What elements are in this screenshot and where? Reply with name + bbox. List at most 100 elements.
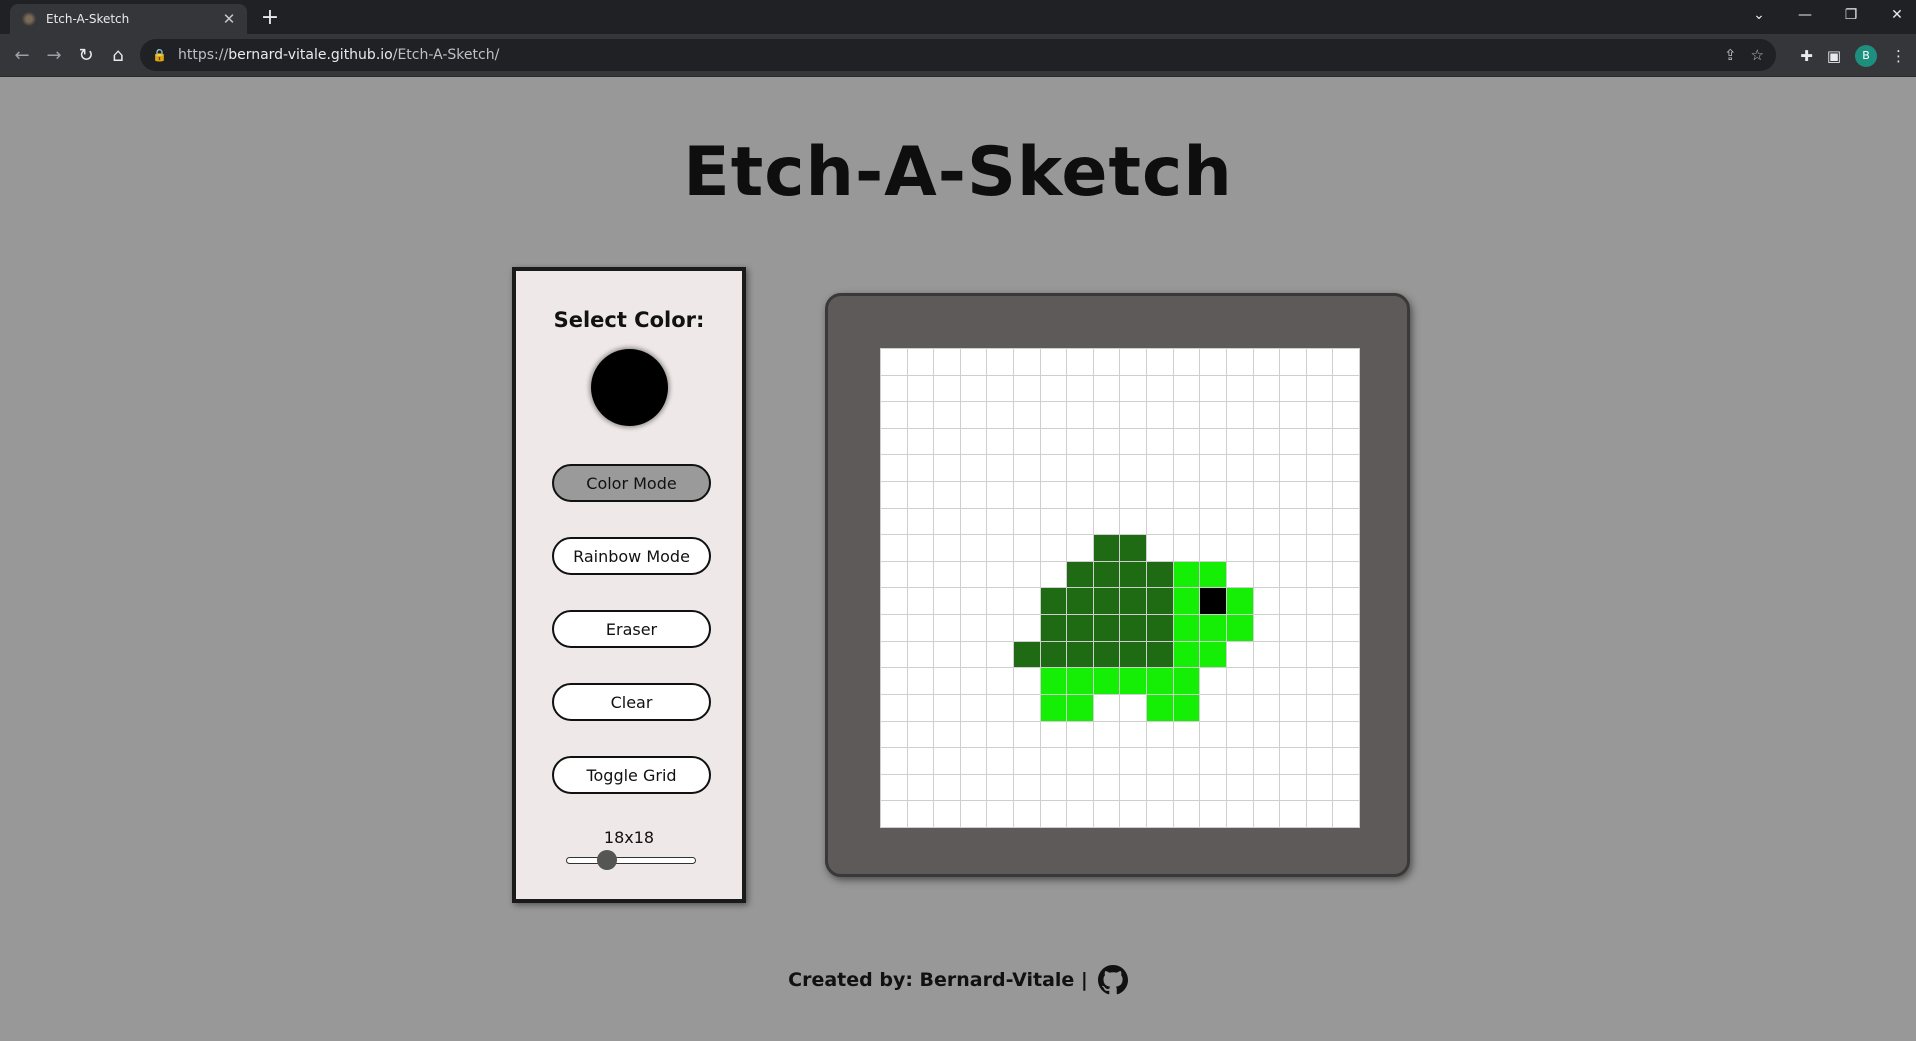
grid-cell[interactable] <box>1147 801 1174 828</box>
grid-cell[interactable] <box>1333 428 1360 456</box>
grid-cell[interactable] <box>1280 508 1307 536</box>
grid-cell[interactable] <box>1120 508 1148 536</box>
grid-cell[interactable] <box>1200 694 1227 722</box>
grid-cell[interactable] <box>1280 641 1307 669</box>
grid-cell[interactable] <box>907 482 935 509</box>
grid-cell[interactable] <box>881 748 908 775</box>
grid-cell[interactable] <box>907 668 935 695</box>
grid-cell[interactable] <box>1253 455 1281 483</box>
grid-cell[interactable] <box>960 482 988 509</box>
grid-cell[interactable] <box>1120 455 1148 483</box>
grid-cell[interactable] <box>1093 694 1121 722</box>
grid-cell[interactable] <box>907 748 935 775</box>
grid-cell[interactable] <box>1253 588 1281 616</box>
grid-cell[interactable] <box>881 508 908 536</box>
grid-cell[interactable] <box>1306 482 1334 509</box>
grid-cell[interactable] <box>1226 615 1254 642</box>
grid-cell[interactable] <box>1040 375 1068 403</box>
grid-cell[interactable] <box>907 694 935 722</box>
grid-cell[interactable] <box>934 641 961 669</box>
grid-cell[interactable] <box>1306 561 1334 589</box>
home-icon[interactable]: ⌂ <box>104 42 132 70</box>
grid-cell[interactable] <box>1200 588 1227 616</box>
grid-cell[interactable] <box>1253 615 1281 642</box>
grid-cell[interactable] <box>1120 668 1148 695</box>
grid-cell[interactable] <box>1014 402 1041 429</box>
grid-cell[interactable] <box>1093 508 1121 536</box>
grid-cell[interactable] <box>1040 588 1068 616</box>
clear-button[interactable]: Clear <box>552 683 711 721</box>
grid-cell[interactable] <box>1306 748 1334 775</box>
grid-cell[interactable] <box>1200 482 1227 509</box>
grid-cell[interactable] <box>1040 801 1068 828</box>
grid-cell[interactable] <box>881 694 908 722</box>
grid-cell[interactable] <box>987 774 1015 802</box>
grid-cell[interactable] <box>1333 801 1360 828</box>
grid-cell[interactable] <box>1280 774 1307 802</box>
grid-cell[interactable] <box>1014 535 1041 562</box>
grid-cell[interactable] <box>1280 694 1307 722</box>
grid-cell[interactable] <box>1226 668 1254 695</box>
grid-cell[interactable] <box>1093 641 1121 669</box>
grid-cell[interactable] <box>1014 455 1041 483</box>
grid-cell[interactable] <box>1040 721 1068 749</box>
grid-cell[interactable] <box>1147 375 1174 403</box>
rainbow-mode-button[interactable]: Rainbow Mode <box>552 537 711 575</box>
grid-cell[interactable] <box>907 561 935 589</box>
grid-cell[interactable] <box>1093 349 1121 376</box>
grid-cell[interactable] <box>1120 349 1148 376</box>
grid-cell[interactable] <box>960 428 988 456</box>
drawing-grid[interactable] <box>880 348 1360 828</box>
grid-cell[interactable] <box>1306 588 1334 616</box>
grid-cell[interactable] <box>1093 801 1121 828</box>
grid-cell[interactable] <box>987 748 1015 775</box>
grid-cell[interactable] <box>881 535 908 562</box>
grid-cell[interactable] <box>1173 748 1201 775</box>
grid-cell[interactable] <box>1120 641 1148 669</box>
grid-cell[interactable] <box>1093 748 1121 775</box>
grid-cell[interactable] <box>1147 615 1174 642</box>
grid-cell[interactable] <box>1226 455 1254 483</box>
grid-cell[interactable] <box>960 508 988 536</box>
grid-cell[interactable] <box>1200 774 1227 802</box>
grid-cell[interactable] <box>881 774 908 802</box>
grid-cell[interactable] <box>881 721 908 749</box>
grid-cell[interactable] <box>1093 668 1121 695</box>
grid-cell[interactable] <box>1067 455 1094 483</box>
reload-icon[interactable]: ↻ <box>72 42 100 70</box>
grid-cell[interactable] <box>987 721 1015 749</box>
grid-cell[interactable] <box>1067 641 1094 669</box>
grid-cell[interactable] <box>1173 774 1201 802</box>
side-panel-icon[interactable]: ▣ <box>1827 47 1841 65</box>
grid-cell[interactable] <box>1226 535 1254 562</box>
grid-cell[interactable] <box>1093 428 1121 456</box>
grid-cell[interactable] <box>934 455 961 483</box>
grid-cell[interactable] <box>1280 455 1307 483</box>
grid-cell[interactable] <box>987 402 1015 429</box>
address-bar[interactable]: 🔒 https://bernard-vitale.github.io/Etch-… <box>140 39 1776 71</box>
grid-cell[interactable] <box>1253 801 1281 828</box>
color-mode-button[interactable]: Color Mode <box>552 464 711 502</box>
grid-cell[interactable] <box>1147 402 1174 429</box>
grid-cell[interactable] <box>1067 428 1094 456</box>
grid-cell[interactable] <box>1014 668 1041 695</box>
grid-cell[interactable] <box>1067 748 1094 775</box>
grid-cell[interactable] <box>1333 349 1360 376</box>
grid-cell[interactable] <box>1200 668 1227 695</box>
grid-cell[interactable] <box>1253 508 1281 536</box>
eraser-button[interactable]: Eraser <box>552 610 711 648</box>
grid-cell[interactable] <box>1226 508 1254 536</box>
grid-cell[interactable] <box>1120 774 1148 802</box>
grid-cell[interactable] <box>934 428 961 456</box>
grid-cell[interactable] <box>1014 588 1041 616</box>
grid-cell[interactable] <box>1014 349 1041 376</box>
restore-icon[interactable]: ❐ <box>1828 0 1874 30</box>
grid-cell[interactable] <box>1333 774 1360 802</box>
grid-cell[interactable] <box>1253 375 1281 403</box>
grid-cell[interactable] <box>1333 455 1360 483</box>
grid-cell[interactable] <box>1226 349 1254 376</box>
grid-cell[interactable] <box>1226 428 1254 456</box>
grid-cell[interactable] <box>1120 561 1148 589</box>
grid-cell[interactable] <box>907 721 935 749</box>
grid-cell[interactable] <box>1200 428 1227 456</box>
